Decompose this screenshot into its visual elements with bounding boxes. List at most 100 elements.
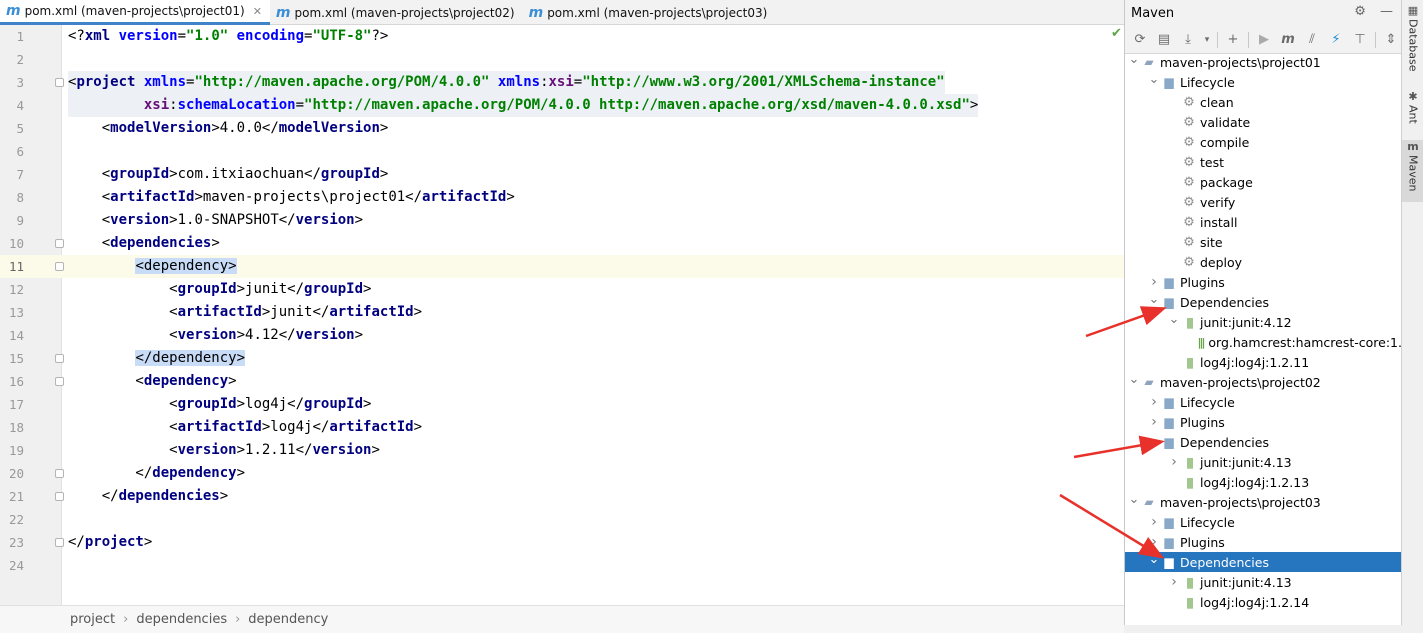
chevron-down-icon[interactable]: ⌄	[1127, 372, 1141, 387]
tree-node[interactable]: ⌄ ▰ maven-projects\project03	[1125, 492, 1402, 512]
show-dependencies-icon[interactable]: ⊤	[1351, 31, 1369, 49]
tree-node[interactable]: ||| log4j:log4j:1.2.14	[1125, 592, 1402, 612]
tree-node[interactable]: ||| log4j:log4j:1.2.11	[1125, 352, 1402, 372]
tree-node[interactable]: ⚙ clean	[1125, 92, 1402, 112]
tool-window-database[interactable]: ▦ Database	[1402, 4, 1423, 76]
code-line[interactable]: 19 <version>1.2.11</version>	[0, 439, 1124, 462]
tree-node[interactable]: ⚙ validate	[1125, 112, 1402, 132]
chevron-right-icon[interactable]: ›	[1147, 514, 1161, 530]
tree-node[interactable]: › ▆ Lifecycle	[1125, 512, 1402, 532]
code-line[interactable]: 18 <artifactId>log4j</artifactId>	[0, 416, 1124, 439]
code-line[interactable]: 8 <artifactId>maven-projects\project01</…	[0, 186, 1124, 209]
hide-panel-icon[interactable]: —	[1380, 4, 1393, 19]
code-line[interactable]: 21 </dependencies>	[0, 485, 1124, 508]
breadcrumb-item[interactable]: dependencies	[136, 612, 227, 627]
code-line[interactable]: 15 </dependency>	[0, 347, 1124, 370]
skip-tests-icon[interactable]: ⚡	[1327, 31, 1345, 49]
code-line[interactable]: 11 <dependency>	[0, 255, 1124, 278]
tree-node[interactable]: ||| log4j:log4j:1.2.13	[1125, 472, 1402, 492]
tree-node[interactable]: › ▆ Plugins	[1125, 412, 1402, 432]
tree-node[interactable]: ⌄ ▆ Dependencies	[1125, 432, 1402, 452]
tree-node[interactable]: ⚙ package	[1125, 172, 1402, 192]
reload-icon[interactable]: ⟳	[1131, 31, 1149, 49]
tool-window-maven[interactable]: m Maven	[1402, 140, 1423, 202]
tree-node[interactable]: ⌄ ▆ Dependencies	[1125, 552, 1402, 572]
chevron-right-icon[interactable]: ›	[1147, 534, 1161, 550]
download-icon[interactable]: ⤓	[1179, 31, 1197, 49]
tree-node[interactable]: ⚙ deploy	[1125, 252, 1402, 272]
breadcrumb-item[interactable]: project	[70, 612, 115, 627]
fold-marker-icon[interactable]	[55, 492, 64, 501]
tree-node[interactable]: ⚙ verify	[1125, 192, 1402, 212]
code-token: artifactId	[177, 304, 262, 320]
code-line[interactable]: 23 </project>	[0, 531, 1124, 554]
tree-node[interactable]: ⚙ test	[1125, 152, 1402, 172]
code-line[interactable]: 14 <version>4.12</version>	[0, 324, 1124, 347]
tree-node[interactable]: ⌄ ||| junit:junit:4.12	[1125, 312, 1402, 332]
tree-node[interactable]: ⌄ ▰ maven-projects\project01	[1125, 52, 1402, 72]
generate-sources-icon[interactable]: ▤	[1155, 31, 1173, 49]
code-line[interactable]: 1 <?xml version="1.0" encoding="UTF-8"?>	[0, 25, 1124, 48]
breadcrumb-item[interactable]: dependency	[248, 612, 328, 627]
chevron-down-icon[interactable]: ⌄	[1167, 312, 1181, 327]
code-line[interactable]: 12 <groupId>junit</groupId>	[0, 278, 1124, 301]
editor-tab-1[interactable]: m pom.xml (maven-projects\project01) ✕	[0, 0, 270, 25]
code-line[interactable]: 2	[0, 48, 1124, 71]
fold-marker-icon[interactable]	[55, 538, 64, 547]
code-line[interactable]: 24	[0, 554, 1124, 577]
editor-tab-3[interactable]: m pom.xml (maven-projects\project03)	[523, 0, 776, 25]
code-line[interactable]: 17 <groupId>log4j</groupId>	[0, 393, 1124, 416]
add-icon[interactable]: +	[1224, 31, 1242, 49]
code-line[interactable]: 16 <dependency>	[0, 370, 1124, 393]
code-line[interactable]: 5 <modelVersion>4.0.0</modelVersion>	[0, 117, 1124, 140]
fold-marker-icon[interactable]	[55, 354, 64, 363]
tree-node[interactable]: ⚙ install	[1125, 212, 1402, 232]
fold-marker-icon[interactable]	[55, 469, 64, 478]
fold-marker-icon[interactable]	[55, 377, 64, 386]
tree-node[interactable]: › ▆ Plugins	[1125, 272, 1402, 292]
tree-node[interactable]: › ||| junit:junit:4.13	[1125, 572, 1402, 592]
close-tab-icon[interactable]: ✕	[253, 5, 262, 18]
tree-node[interactable]: ⌄ ▆ Lifecycle	[1125, 72, 1402, 92]
chevron-down-icon[interactable]: ⌄	[1147, 552, 1161, 567]
execute-goal-icon[interactable]: m	[1279, 31, 1297, 49]
fold-marker-icon[interactable]	[55, 78, 64, 87]
chevron-right-icon[interactable]: ›	[1147, 414, 1161, 430]
tree-node[interactable]: ⚙ compile	[1125, 132, 1402, 152]
run-icon[interactable]: ▶	[1255, 31, 1273, 49]
code-line[interactable]: 13 <artifactId>junit</artifactId>	[0, 301, 1124, 324]
fold-marker-icon[interactable]	[55, 239, 64, 248]
code-line[interactable]: 3 <project xmlns="http://maven.apache.org…	[0, 71, 1124, 94]
collapse-all-icon[interactable]: ⇕	[1382, 31, 1400, 49]
tree-node[interactable]: ⚙ site	[1125, 232, 1402, 252]
chevron-down-icon[interactable]: ⌄	[1127, 492, 1141, 507]
chevron-right-icon[interactable]: ›	[1147, 394, 1161, 410]
code-line[interactable]: 4 xsi:schemaLocation="http://maven.apach…	[0, 94, 1124, 117]
tree-node[interactable]: ⌄ ▆ Dependencies	[1125, 292, 1402, 312]
chevron-right-icon[interactable]: ›	[1167, 574, 1181, 590]
code-line[interactable]: 7 <groupId>com.itxiaochuan</groupId>	[0, 163, 1124, 186]
chevron-down-icon[interactable]: ⌄	[1127, 52, 1141, 67]
chevron-down-icon[interactable]: ⌄	[1147, 432, 1161, 447]
code-line[interactable]: 10 <dependencies>	[0, 232, 1124, 255]
toggle-offline-icon[interactable]: ⫽	[1303, 31, 1321, 49]
tree-node[interactable]: › ||| junit:junit:4.13	[1125, 452, 1402, 472]
code-line[interactable]: 22	[0, 508, 1124, 531]
tree-node[interactable]: › ▆ Lifecycle	[1125, 392, 1402, 412]
tree-node[interactable]: › ▆ Plugins	[1125, 532, 1402, 552]
expand-dropdown-icon[interactable]: ▾	[1203, 31, 1211, 49]
chevron-right-icon[interactable]: ›	[1147, 274, 1161, 290]
chevron-down-icon[interactable]: ⌄	[1147, 72, 1161, 87]
tree-node[interactable]: ||| org.hamcrest:hamcrest-core:1.	[1125, 332, 1402, 352]
settings-gear-icon[interactable]: ⚙	[1354, 4, 1366, 19]
tool-window-ant[interactable]: ✱ Ant	[1402, 90, 1423, 134]
chevron-down-icon[interactable]: ⌄	[1147, 292, 1161, 307]
chevron-right-icon[interactable]: ›	[1167, 454, 1181, 470]
fold-marker-icon[interactable]	[55, 262, 64, 271]
code-line[interactable]: 9 <version>1.0-SNAPSHOT</version>	[0, 209, 1124, 232]
tree-node[interactable]: ⌄ ▰ maven-projects\project02	[1125, 372, 1402, 392]
code-line[interactable]: 20 </dependency>	[0, 462, 1124, 485]
editor-tab-2[interactable]: m pom.xml (maven-projects\project02)	[270, 0, 523, 25]
code-line[interactable]: 6	[0, 140, 1124, 163]
inspection-ok-icon[interactable]: ✔	[1111, 26, 1122, 41]
